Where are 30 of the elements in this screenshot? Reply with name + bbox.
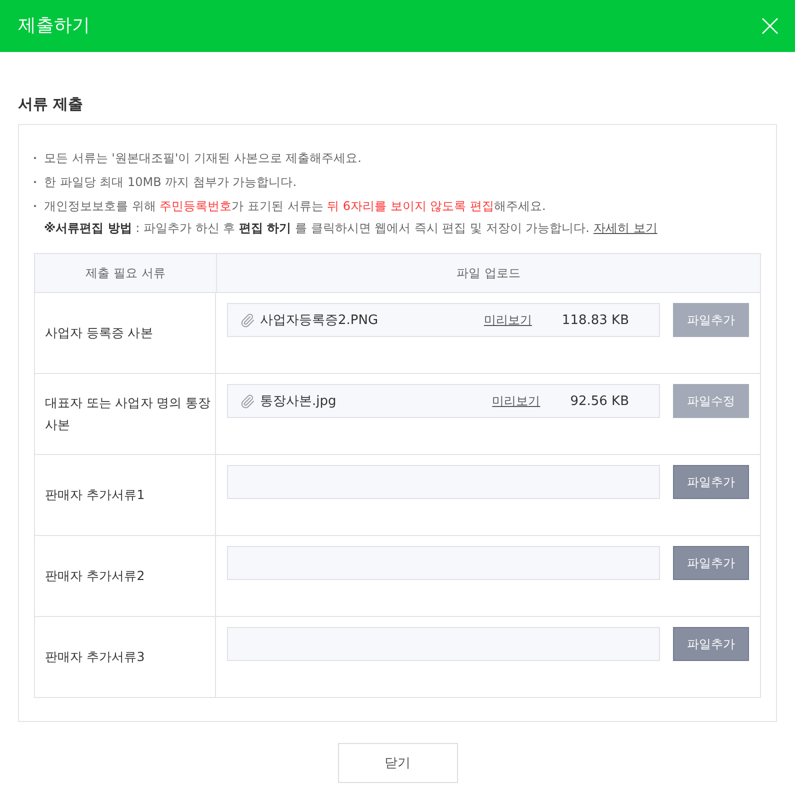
document-label: 대표자 또는 사업자 명의 통장 사본 xyxy=(45,394,212,434)
editing-guide-text: ※서류편집 방법 : 파일추가 하신 후 편집 하기 를 클릭하시면 웹에서 즉시 편집 및 저장이 가능합니다. xyxy=(44,220,590,237)
column-header: 파일 업로드 xyxy=(216,254,760,292)
close-icon xyxy=(762,18,778,34)
column-header: 제출 필요 서류 xyxy=(84,264,166,282)
notice-text: 개인정보보호를 위해 주민등록번호가 표기된 서류는 뒤 6자리를 보이지 않도록 편집해주세요. xyxy=(44,198,546,215)
section-title: 서류 제출 xyxy=(18,94,84,114)
close-button[interactable]: 닫기 xyxy=(338,743,458,783)
preview-link[interactable]: 미리보기 xyxy=(484,312,532,328)
document-label: 판매자 추가서류2 xyxy=(45,567,144,585)
file-field[interactable] xyxy=(227,627,660,661)
file-field[interactable]: 통장사본.jpg 미리보기 92.56 KB xyxy=(227,384,660,418)
file-size: 118.83 KB xyxy=(562,312,629,328)
details-link[interactable]: 자세히 보기 xyxy=(594,218,658,239)
file-field[interactable] xyxy=(227,546,660,580)
document-label: 판매자 추가서류3 xyxy=(45,648,144,666)
file-name: 사업자등록증2.PNG xyxy=(260,312,380,329)
file-field[interactable]: 사업자등록증2.PNG 미리보기 118.83 KB xyxy=(227,303,660,337)
paperclip-icon xyxy=(240,394,255,408)
notice-text: 모든 서류는 '원본대조필'이 기재된 사본으로 제출해주세요. xyxy=(44,150,362,167)
dialog-title: 제출하기 xyxy=(18,14,90,38)
file-name: 통장사본.jpg xyxy=(260,393,338,410)
close-button[interactable] xyxy=(761,17,779,35)
file-field[interactable] xyxy=(227,465,660,499)
notice-text: 한 파일당 최대 10MB 까지 첨부가 가능합니다. xyxy=(44,174,297,191)
document-label: 판매자 추가서류1 xyxy=(45,486,144,504)
file-size: 92.56 KB xyxy=(570,394,629,408)
paperclip-icon xyxy=(240,312,255,328)
document-label: 사업자 등록증 사본 xyxy=(45,324,153,342)
preview-link[interactable]: 미리보기 xyxy=(492,392,540,410)
